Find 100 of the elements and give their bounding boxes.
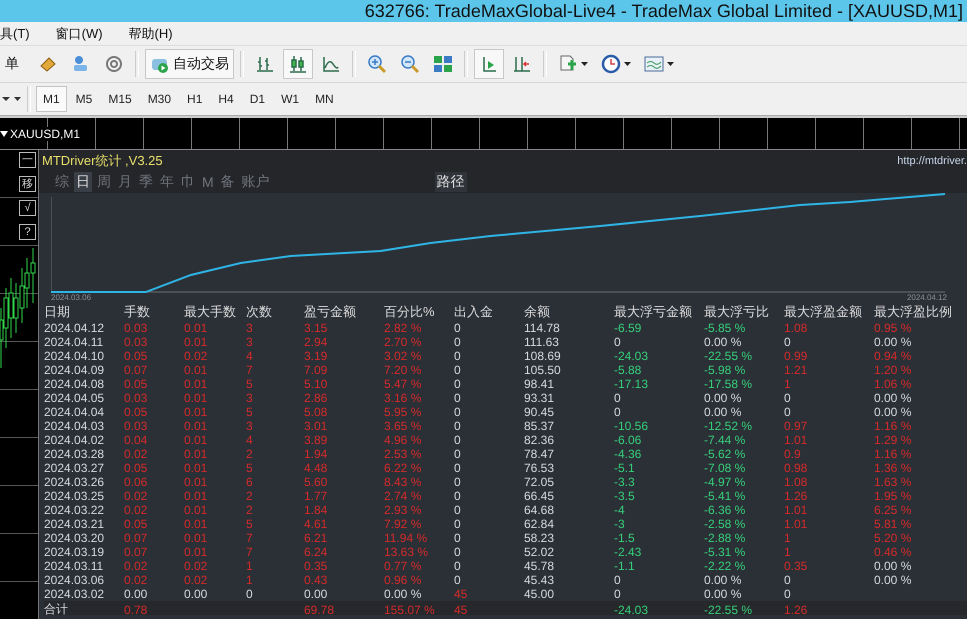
website-link[interactable]: http://mtdriver. [897, 154, 967, 166]
table-cell: -1.5 [614, 531, 635, 545]
side-button[interactable]: 一 [19, 152, 36, 168]
timeframe-button[interactable]: D1 [242, 86, 272, 112]
table-cell: 111.63 [524, 335, 559, 349]
table-cell: 0.00 % [704, 587, 742, 601]
timeframe-button[interactable]: M30 [140, 86, 178, 112]
table-cell: 2.86 [304, 391, 328, 405]
table-cell: 2024.03.11 [44, 559, 104, 573]
table-cell: -7.08 % [704, 461, 746, 475]
side-button[interactable]: ? [19, 224, 36, 240]
column-header: 最大浮盈比例 [874, 303, 953, 321]
menu-item[interactable]: 具(T) [0, 24, 30, 42]
table-cell: 0.96 % [384, 573, 422, 587]
tab[interactable]: 日 [74, 172, 92, 192]
table-cell: 1.26 [784, 489, 808, 503]
table-cell: 0.01 [184, 391, 208, 405]
table-cell: 6 [246, 475, 253, 489]
timeframe-button[interactable]: MN [308, 86, 341, 112]
timeframe-button[interactable]: H1 [180, 86, 210, 112]
side-button[interactable]: √ [19, 200, 36, 216]
toolbar-button[interactable] [474, 49, 504, 79]
table-cell: 2024.03.02 [44, 587, 104, 601]
table-cell: 1.21 [784, 363, 808, 377]
table-cell: 2024.04.05 [44, 391, 104, 405]
table-cell: -10.56 [614, 419, 648, 433]
table-cell: 0.00 % [704, 391, 742, 405]
table-cell: 64.68 [524, 503, 554, 517]
column-header: 次数 [246, 303, 273, 321]
table-cell: -4.36 [614, 447, 642, 461]
table-cell: 1.16 % [874, 447, 912, 461]
path-button[interactable]: 路径 [434, 172, 467, 192]
caret-icon [0, 130, 8, 136]
table-cell: 0.04 [124, 433, 148, 447]
table-cell: 0.01 [184, 517, 208, 531]
timeframe-button[interactable]: W1 [274, 86, 306, 112]
caret-icon [667, 62, 674, 66]
table-cell: 0 [614, 587, 621, 601]
column-header: 最大浮亏比 [704, 303, 770, 321]
column-header: 百分比% [384, 303, 436, 321]
table-cell: 1.94 [304, 447, 328, 461]
table-cell: 1.16 % [874, 419, 912, 433]
table-cell: 2024.03.19 [44, 545, 104, 559]
toolbar-button[interactable] [283, 49, 313, 79]
table-cell: 58.23 [524, 531, 554, 545]
table-cell: 1.08 [784, 475, 808, 489]
table-cell: -1.1 [614, 559, 635, 573]
menu-item[interactable]: 帮助(H) [128, 24, 173, 42]
table-cell: 2.94 [304, 335, 328, 349]
table-cell: 5 [246, 377, 253, 391]
table-cell: 0 [784, 405, 791, 419]
axis-label: 2024.04.12 [906, 293, 947, 302]
table-cell: 5.95 % [384, 405, 422, 419]
table-cell: 3.15 [304, 321, 328, 335]
toolbar-button[interactable]: 自动交易 [145, 49, 234, 79]
table-cell: 90.45 [524, 405, 554, 419]
table-cell: 1.01 [784, 517, 808, 531]
timeframe-button[interactable]: M15 [101, 86, 139, 112]
table-cell: 0.02 [184, 573, 208, 587]
table-cell: 0.99 [784, 349, 808, 363]
table-cell: -2.43 [614, 545, 642, 559]
toolbar-button[interactable]: 单 [0, 49, 30, 79]
table-cell: 0.01 [184, 489, 208, 503]
table-cell: 0 [614, 335, 621, 349]
table-cell: 85.37 [524, 419, 554, 433]
table-cell: 2.74 % [384, 489, 422, 503]
zoom-out-icon [400, 54, 420, 74]
table-cell: 45 [454, 587, 468, 601]
grid-icon [433, 54, 453, 74]
table-cell: 0.35 [784, 559, 808, 573]
table-cell: -3.3 [614, 475, 635, 489]
table-cell: 1 [246, 573, 253, 587]
table-cell: 0.9 [784, 447, 801, 461]
table-cell: 0 [614, 405, 621, 419]
table-cell: 0.00 % [874, 573, 912, 587]
table-cell: -2.58 % [704, 517, 746, 531]
table-cell: 155.07 % [384, 602, 435, 616]
menu-item[interactable]: 窗口(W) [56, 24, 103, 42]
table-cell: 0.01 [184, 447, 208, 461]
timeframe-button[interactable]: H4 [211, 86, 241, 112]
timeframe-button[interactable]: M5 [68, 86, 100, 112]
table-cell: 72.05 [524, 475, 554, 489]
side-button[interactable]: 移 [19, 176, 36, 192]
table-cell: 0.00 [304, 587, 328, 601]
table-cell: 1.08 [784, 321, 808, 335]
table-cell: 1.29 % [874, 433, 912, 447]
table-cell: -4.97 % [704, 475, 746, 489]
table-cell: 2.82 % [384, 321, 422, 335]
table-cell: 0 [454, 419, 461, 433]
timeframe-button[interactable]: M1 [36, 86, 67, 112]
table-cell: 0 [454, 531, 461, 545]
table-cell: 0.46 % [874, 545, 912, 559]
table-cell: 0.00 % [874, 405, 912, 419]
table-cell: 4.96 % [384, 433, 422, 447]
table-cell: 0.00 % [874, 391, 912, 405]
table-cell: 0.95 % [874, 321, 912, 335]
table-cell: 0.01 [184, 363, 208, 377]
column-header: 最大浮盈金额 [784, 303, 863, 321]
table-cell: 2024.03.27 [44, 461, 104, 475]
table-cell: -5.31 % [704, 545, 746, 559]
